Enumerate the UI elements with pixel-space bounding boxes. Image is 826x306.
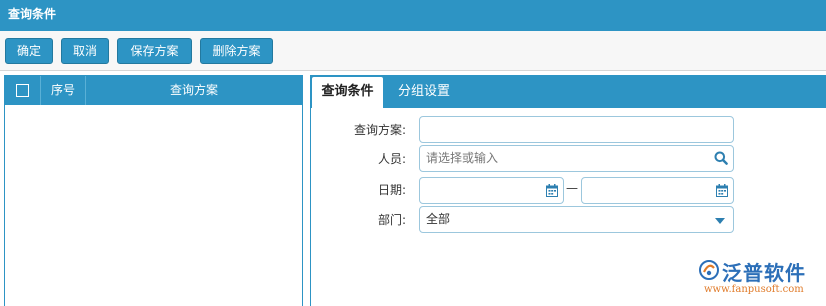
toolbar: 确定 取消 保存方案 删除方案 bbox=[0, 31, 826, 71]
select-all-cell bbox=[5, 76, 41, 105]
column-header-scheme[interactable]: 查询方案 bbox=[86, 76, 302, 105]
search-icon[interactable] bbox=[714, 151, 728, 168]
confirm-button[interactable]: 确定 bbox=[5, 38, 53, 64]
select-all-checkbox[interactable] bbox=[16, 84, 29, 97]
dept-selected-value: 全部 bbox=[426, 212, 451, 226]
person-input[interactable]: 请选择或输入 bbox=[419, 145, 734, 172]
date-label: 日期: bbox=[377, 183, 406, 197]
scheme-input[interactable] bbox=[419, 116, 734, 143]
delete-scheme-button[interactable]: 删除方案 bbox=[200, 38, 273, 64]
brand-logo-mark bbox=[699, 260, 719, 280]
cancel-button[interactable]: 取消 bbox=[61, 38, 109, 64]
dept-label: 部门: bbox=[377, 213, 406, 227]
date-range-separator: — bbox=[566, 181, 578, 195]
calendar-icon[interactable] bbox=[546, 184, 558, 200]
window-title: 查询条件 bbox=[0, 0, 826, 31]
save-scheme-button[interactable]: 保存方案 bbox=[117, 38, 192, 64]
scheme-label: 查询方案: bbox=[353, 123, 406, 137]
brand-logo-url: www.fanpusoft.com bbox=[704, 284, 804, 295]
person-label: 人员: bbox=[377, 152, 406, 166]
date-start-input[interactable] bbox=[419, 177, 564, 204]
tab-query-conditions[interactable]: 查询条件 bbox=[312, 77, 383, 108]
brand-logo: 泛普软件 www.fanpusoft.com bbox=[696, 256, 824, 300]
brand-logo-text: 泛普软件 bbox=[722, 261, 806, 285]
dept-select[interactable]: 全部 bbox=[419, 206, 734, 233]
tab-strip: 查询条件 分组设置 bbox=[311, 75, 826, 108]
grid-header: 序号 查询方案 bbox=[5, 76, 302, 105]
chevron-down-icon[interactable] bbox=[715, 218, 725, 224]
calendar-icon[interactable] bbox=[716, 184, 728, 200]
scheme-grid: 序号 查询方案 bbox=[4, 75, 303, 306]
column-header-index[interactable]: 序号 bbox=[41, 76, 86, 105]
tab-group-settings[interactable]: 分组设置 bbox=[389, 77, 459, 108]
date-end-input[interactable] bbox=[581, 177, 734, 204]
grid-body bbox=[5, 105, 302, 305]
